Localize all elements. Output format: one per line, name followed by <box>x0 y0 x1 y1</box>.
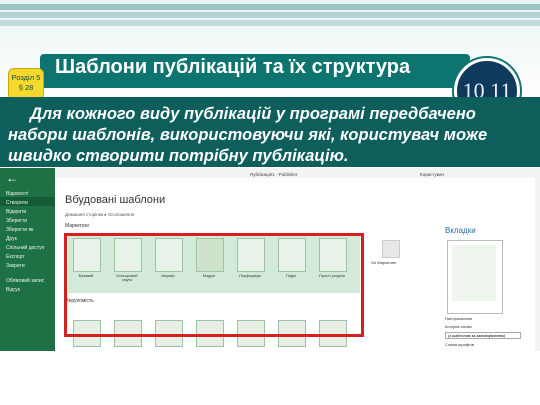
preview-title: Вкладки <box>445 226 476 235</box>
decor-stripe <box>0 20 540 26</box>
sidebar-item-save[interactable]: Зберегти <box>0 215 55 224</box>
sidebar-item-new[interactable]: Створити <box>0 197 55 206</box>
sidebar-item-close[interactable]: Закрити <box>0 260 55 269</box>
highlight-frame <box>64 233 364 337</box>
sidebar-item-info[interactable]: Відомості <box>0 188 55 197</box>
sidebar-item-save-as[interactable]: Зберегти як <box>0 224 55 233</box>
back-arrow-icon[interactable]: ← <box>0 168 55 188</box>
sidebar-item-export[interactable]: Експорт <box>0 251 55 260</box>
color-scheme-select[interactable]: (з шаблоном за замовчуванням) <box>445 332 521 339</box>
description-text: Для кожного виду публікацій у програмі п… <box>8 105 488 165</box>
setup-label: Настроювання <box>445 316 473 321</box>
color-scheme-label: Колірна схема <box>445 324 472 329</box>
slide-title: Шаблони публікацій та їх структура <box>55 56 411 78</box>
backstage-sidebar: ← Відомості Створити Відкрити Зберегти З… <box>0 168 55 351</box>
decor-stripe <box>0 4 540 10</box>
more-templates-icon[interactable] <box>382 240 400 258</box>
templates-heading: Вбудовані шаблони <box>65 194 166 206</box>
sidebar-item-account[interactable]: Обліковий запис <box>0 275 55 284</box>
sidebar-item-share[interactable]: Спільний доступ <box>0 242 55 251</box>
section-marketing: Маркетинг <box>65 223 90 229</box>
template-preview <box>447 240 503 314</box>
badge-chapter: Розділ 5 <box>11 73 41 82</box>
font-scheme-label: Схема шрифтів <box>445 342 474 347</box>
section-badge: Розділ 5 § 28 <box>8 68 44 100</box>
sidebar-item-print[interactable]: Друк <box>0 233 55 242</box>
slide-footer <box>0 351 540 405</box>
badge-paragraph: § 28 <box>18 83 34 92</box>
breadcrumb[interactable]: Домашня сторінка ▸ Оголошення <box>65 212 134 218</box>
sidebar-item-feedback[interactable]: Відгук <box>0 284 55 293</box>
decor-stripe <box>0 12 540 18</box>
sidebar-item-open[interactable]: Відкрити <box>0 206 55 215</box>
user-name[interactable]: Користувач <box>420 172 444 177</box>
more-templates-label[interactable]: Усі Маркетинг <box>371 260 397 265</box>
window-title: Публікація1 - Publisher <box>250 172 298 177</box>
